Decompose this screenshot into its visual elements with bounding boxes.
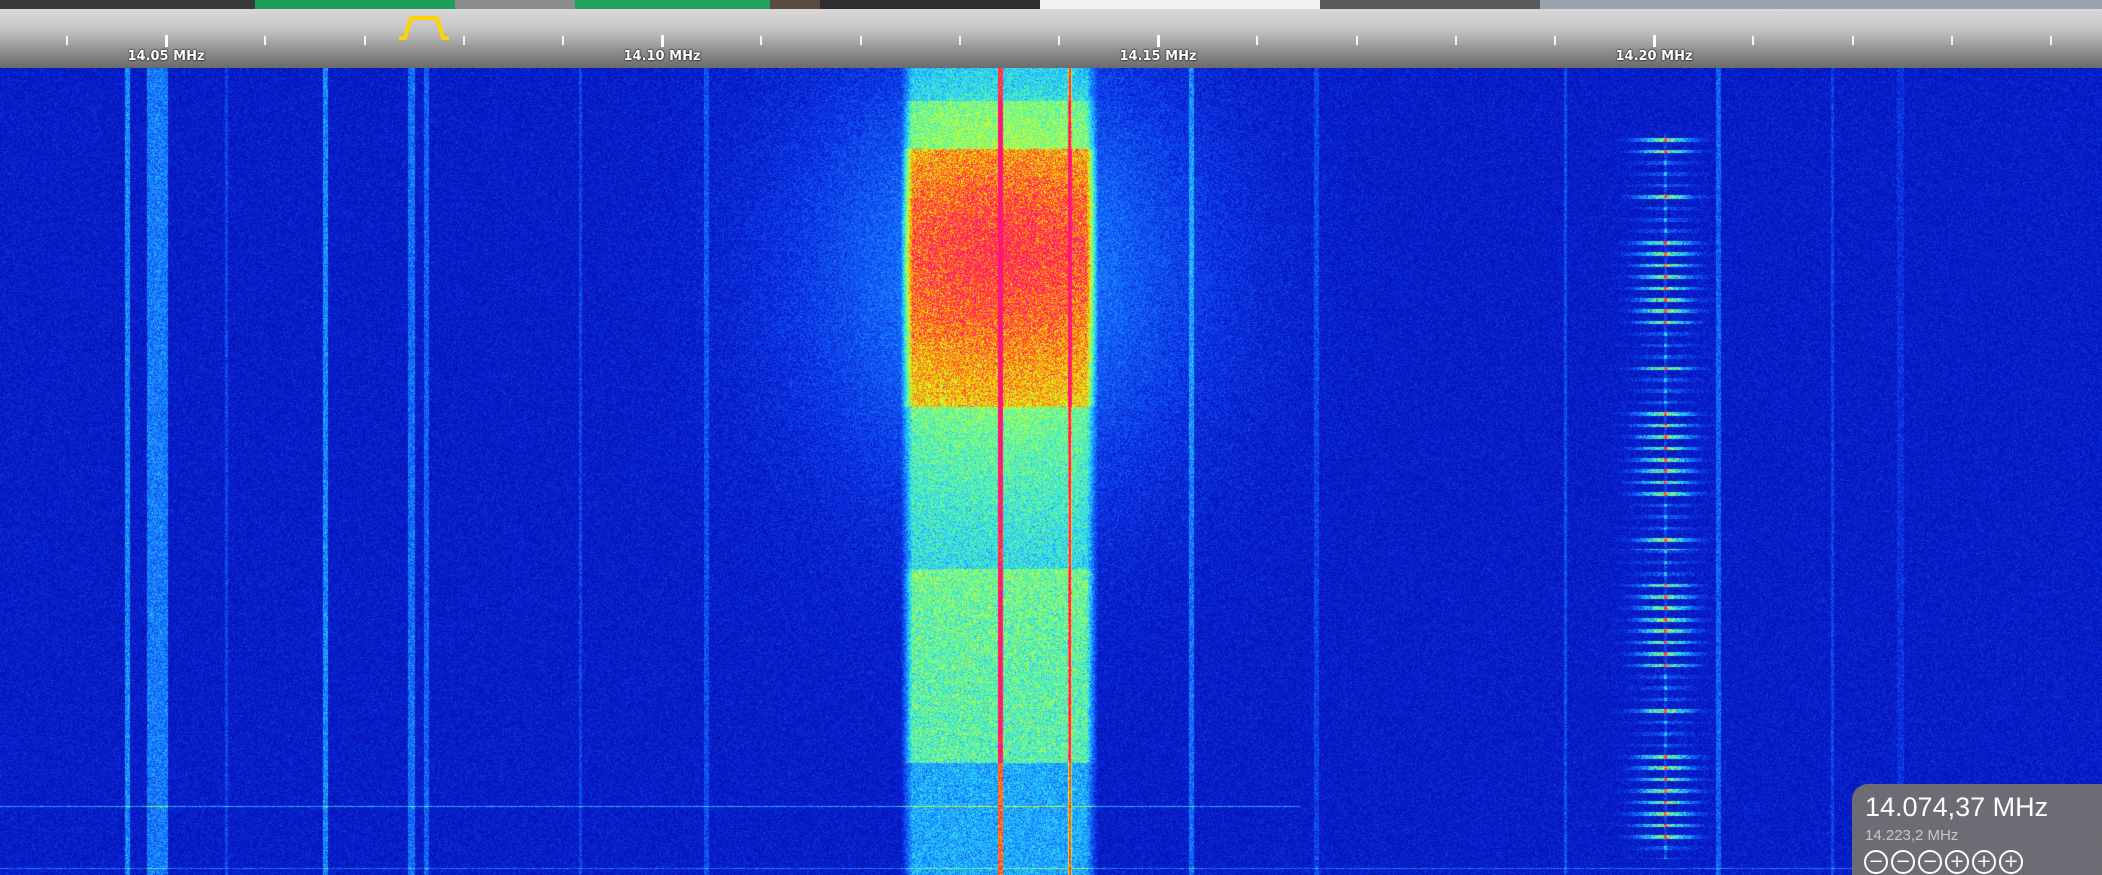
scale-major-tick [1157, 35, 1160, 47]
tuned-frequency[interactable]: 14.074,37 MHz [1865, 792, 2048, 823]
scale-label-14-10: 14.10 MHz [623, 49, 701, 64]
scale-minor-tick [760, 36, 762, 45]
scale-minor-tick [1356, 36, 1358, 45]
background-window-strip [0, 0, 2102, 9]
zoom-out-max-icon[interactable]: − [1864, 850, 1888, 874]
zoom-controls: − − − + + + [1864, 850, 2023, 875]
strip-segment [770, 0, 820, 9]
strip-segment [255, 0, 455, 9]
scale-minor-tick [1256, 36, 1258, 45]
cursor-frequency: 14.223,2 MHz [1865, 827, 1959, 844]
frequency-panel: 14.074,37 MHz 14.223,2 MHz − − − + + + [1852, 784, 2102, 875]
strip-segment [820, 0, 1040, 9]
scale-minor-tick [562, 36, 564, 45]
scale-minor-tick [264, 36, 266, 45]
strip-segment [455, 0, 575, 9]
zoom-out-icon[interactable]: − [1891, 850, 1915, 874]
strip-segment [575, 0, 770, 9]
frequency-scale[interactable]: 14.05 MHz 14.10 MHz 14.15 MHz 14.20 MHz [0, 9, 2102, 68]
scale-minor-tick [1752, 36, 1754, 45]
zoom-in-icon[interactable]: + [1972, 850, 1996, 874]
scale-minor-tick [66, 36, 68, 45]
scale-minor-tick [959, 36, 961, 45]
scale-minor-tick [860, 36, 862, 45]
scale-minor-tick [2050, 36, 2052, 45]
strip-segment [0, 0, 255, 9]
strip-segment [1320, 0, 1540, 9]
scale-label-14-20: 14.20 MHz [1615, 49, 1693, 64]
strip-segment [1040, 0, 1320, 9]
scale-minor-tick [463, 36, 465, 45]
scale-label-14-05: 14.05 MHz [127, 49, 205, 64]
strip-segment [1540, 0, 2102, 9]
waterfall-canvas[interactable] [0, 68, 2102, 875]
waterfall-display[interactable] [0, 68, 2102, 875]
scale-label-14-15: 14.15 MHz [1119, 49, 1197, 64]
scale-minor-tick [1554, 36, 1556, 45]
scale-minor-tick [1951, 36, 1953, 45]
zoom-in-small-icon[interactable]: + [1945, 850, 1969, 874]
scale-major-tick [165, 35, 168, 47]
zoom-out-small-icon[interactable]: − [1918, 850, 1942, 874]
scale-major-tick [661, 35, 664, 47]
scale-major-tick [1653, 35, 1656, 47]
zoom-in-max-icon[interactable]: + [1999, 850, 2023, 874]
scale-minor-tick [364, 36, 366, 45]
scale-minor-tick [1852, 36, 1854, 45]
scale-minor-tick [1058, 36, 1060, 45]
passband-marker-icon[interactable] [397, 14, 451, 40]
scale-minor-tick [1455, 36, 1457, 45]
